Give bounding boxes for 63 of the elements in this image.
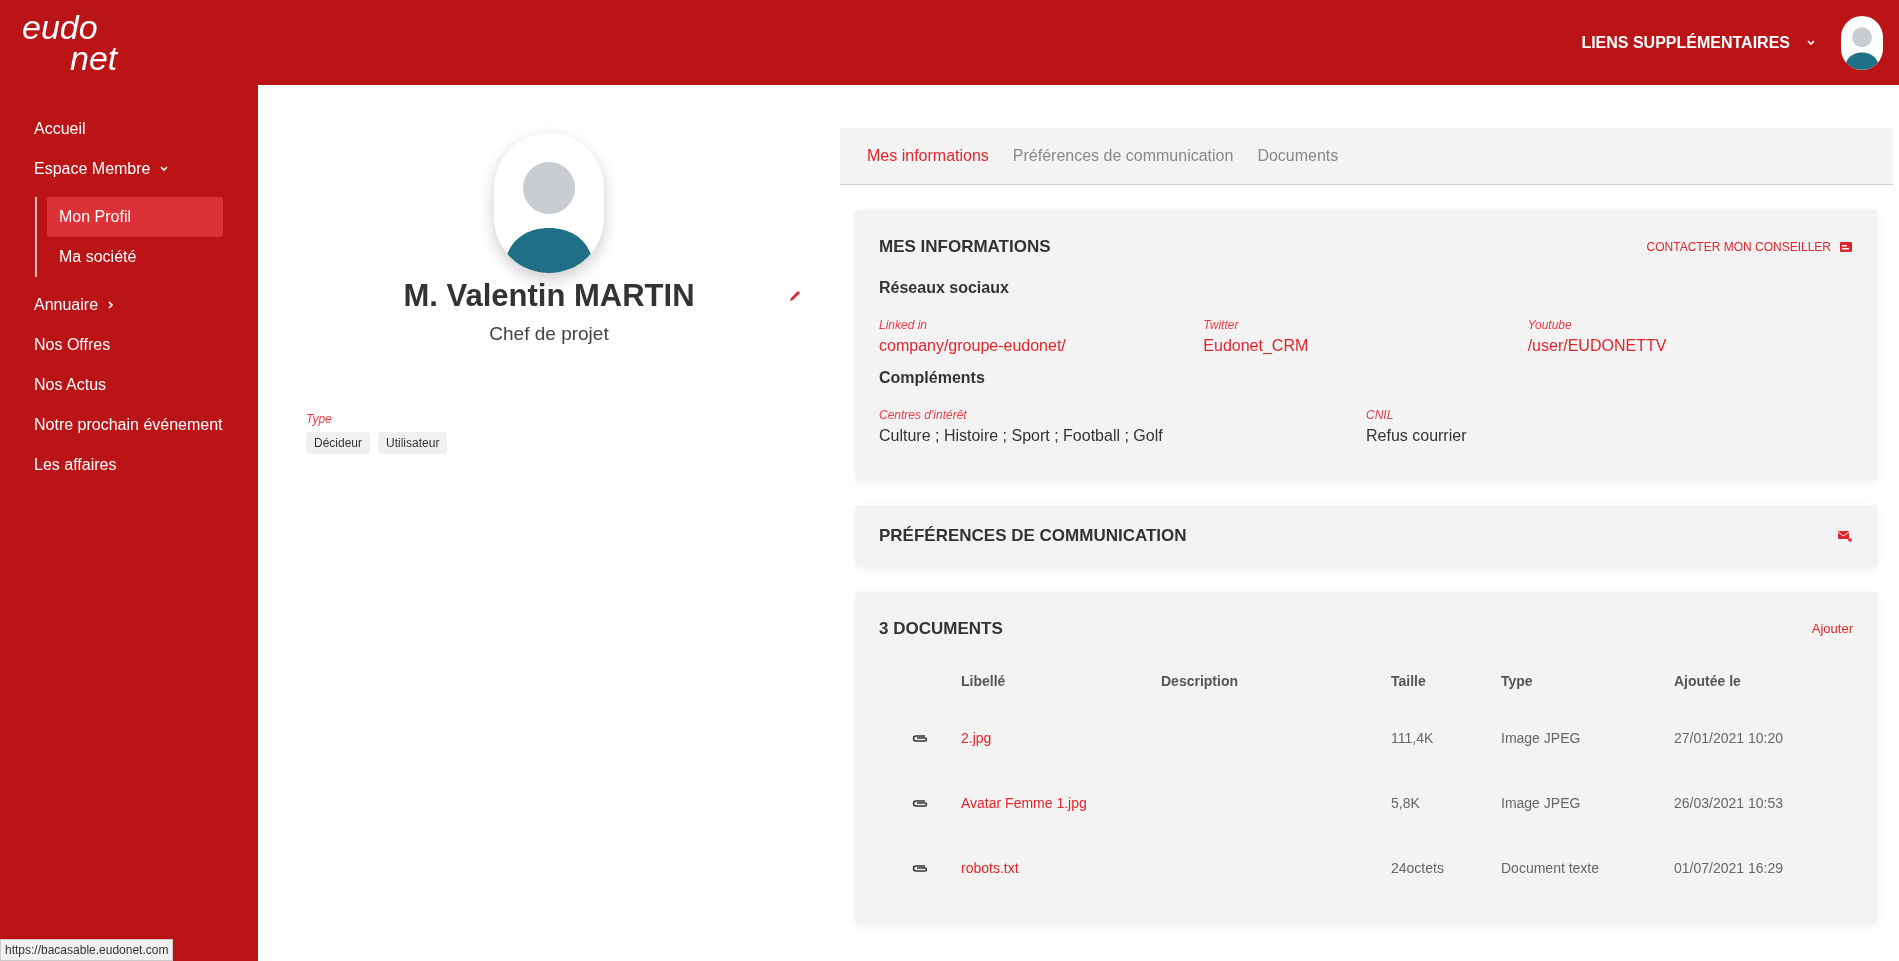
table-cell: 01/07/2021 16:29 [1674, 859, 1783, 876]
logo[interactable]: eudo net [0, 11, 118, 74]
pencil-icon [788, 289, 802, 304]
table-cell: Image JPEG [1501, 794, 1581, 811]
mail-add-icon [1837, 528, 1853, 543]
paperclip-icon [911, 732, 929, 743]
table-cell: Image JPEG [1501, 729, 1581, 746]
profile-role: Chef de projet [489, 321, 609, 346]
submenu-item[interactable]: Ma société [47, 237, 223, 277]
table-cell: 26/03/2021 10:53 [1674, 794, 1783, 811]
links-menu-button[interactable]: LIENS SUPPLÉMENTAIRES [1580, 29, 1817, 56]
table-cell: 111,4K [1391, 729, 1434, 746]
field-label: Centres d'intérêt [879, 406, 968, 424]
field-label: Linked in [879, 316, 929, 334]
section-title: Réseaux sociaux [879, 277, 1010, 298]
tab[interactable]: Préférences de communication [1012, 144, 1234, 168]
field-value: Culture ; Histoire ; Sport ; Football ; Golf [879, 425, 1164, 446]
contact-advisor-link[interactable]: CONTACTER MON CONSEILLER [1646, 237, 1853, 256]
status-url: https://bacasable.eudonet.com [0, 939, 174, 961]
table-cell: 27/01/2021 10:20 [1674, 729, 1783, 746]
table-cell: 24octets [1391, 859, 1444, 876]
column-header: Description [1161, 671, 1239, 691]
file-link[interactable]: 2.jpg [961, 729, 992, 746]
chevron-down-icon [1806, 37, 1816, 48]
file-link[interactable]: Avatar Femme 1.jpg [961, 794, 1087, 811]
field-label: Youtube [1527, 316, 1573, 334]
social-link[interactable]: /user/EUDONETTV [1527, 333, 1667, 358]
tab[interactable]: Mes informations [867, 144, 989, 168]
field-label: Twitter [1203, 316, 1240, 334]
table-cell: Document texte [1501, 859, 1600, 876]
sidebar-item[interactable]: Nos Actus [0, 365, 258, 405]
contact-card-icon [1839, 240, 1853, 253]
card-title: PRÉFÉRENCES DE COMMUNICATION [879, 524, 1187, 547]
card-title: MES INFORMATIONS [879, 236, 1051, 258]
field-value: Refus courrier [1366, 425, 1468, 446]
table-cell: 5,8K [1391, 794, 1420, 811]
sidebar-item[interactable]: Les affaires [0, 445, 258, 485]
column-header: Ajoutée le [1674, 671, 1742, 691]
social-link[interactable]: Eudonet_CRM [1203, 333, 1309, 358]
tab[interactable]: Documents [1257, 144, 1339, 168]
column-header: Taille [1391, 671, 1427, 691]
section-title: Compléments [879, 367, 986, 388]
type-tag: Utilisateur [378, 432, 448, 454]
chevron-down-icon [158, 164, 169, 174]
sidebar-item[interactable]: Notre prochain événement [0, 405, 258, 445]
social-link[interactable]: company/groupe-eudonet/ [879, 333, 1066, 358]
paperclip-icon [911, 862, 929, 873]
user-avatar[interactable] [1841, 15, 1883, 70]
paperclip-icon [911, 797, 929, 808]
column-header: Libellé [961, 671, 1007, 691]
card-title: 3 DOCUMENTS [879, 617, 1003, 640]
file-link[interactable]: robots.txt [961, 859, 1019, 876]
sidebar-item[interactable]: Annuaire [0, 285, 258, 325]
profile-name: M. Valentin MARTIN [403, 277, 695, 315]
column-header: Type [1501, 671, 1534, 691]
field-label: Type [306, 411, 333, 428]
sidebar-item[interactable]: Accueil [0, 109, 258, 149]
add-link[interactable]: Ajouter [1811, 618, 1853, 638]
sidebar-item[interactable]: Espace Membre [0, 149, 258, 189]
type-tag: Décideur [306, 432, 371, 454]
sidebar-item[interactable]: Nos Offres [0, 325, 258, 365]
field-label: CNIL [1366, 406, 1395, 424]
submenu-item[interactable]: Mon Profil [47, 197, 223, 237]
